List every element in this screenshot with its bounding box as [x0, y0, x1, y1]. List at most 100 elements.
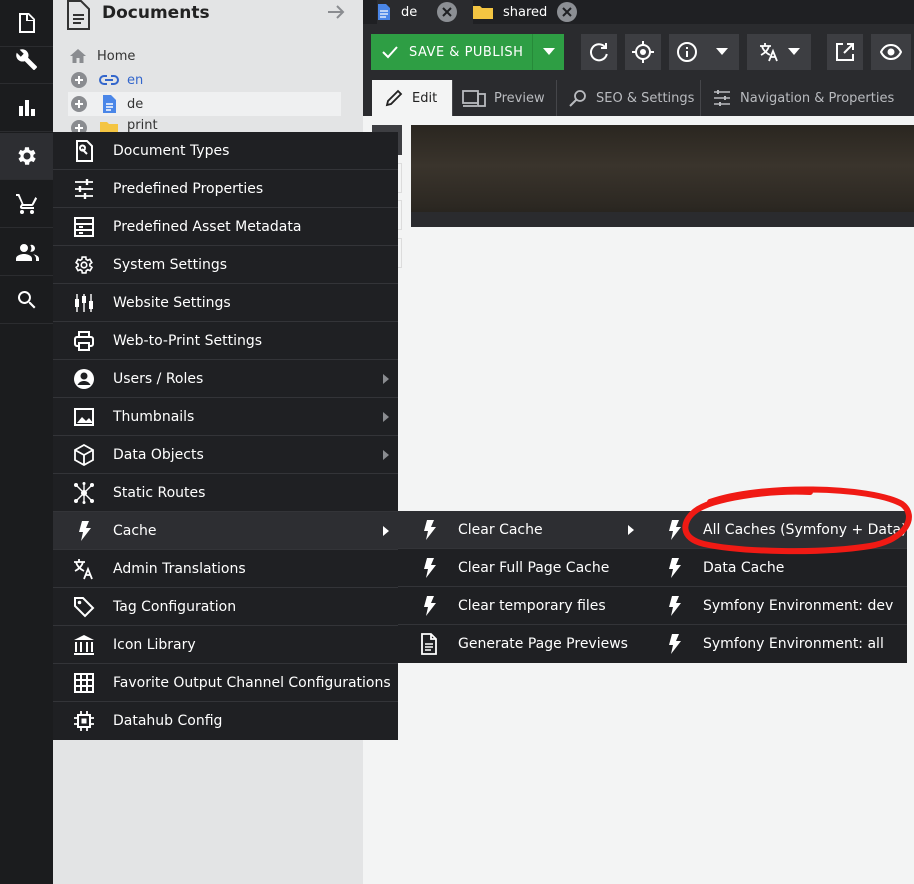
tab-shared[interactable]: shared [473, 0, 583, 24]
ecommerce-nav-button[interactable] [0, 181, 53, 228]
menu-item-clear-full-page-cache[interactable]: Clear Full Page Cache [398, 549, 643, 587]
settings-nav-button[interactable] [0, 133, 53, 180]
tab-divider [556, 80, 557, 116]
main-nav-rail [0, 0, 53, 884]
menu-item-predefined-properties[interactable]: Predefined Properties [53, 170, 398, 208]
chevron-right-icon [383, 374, 389, 384]
image-icon [73, 406, 95, 428]
menu-item-icon-library[interactable]: Icon Library [53, 626, 398, 664]
tree-item-de[interactable]: de [68, 92, 341, 116]
tree-item-label: Home [97, 48, 136, 64]
sliders-icon [73, 178, 95, 200]
menu-item-admin-translations[interactable]: Admin Translations [53, 550, 398, 588]
users-nav-button[interactable] [0, 229, 53, 276]
tab-de[interactable]: de [377, 0, 473, 24]
menu-item-label: Icon Library [113, 636, 196, 653]
document-icon [67, 0, 90, 30]
menu-item-label: Clear Full Page Cache [458, 559, 610, 576]
arrow-right-icon[interactable] [326, 2, 346, 22]
folder-icon [473, 6, 493, 19]
menu-item-symfony-environment-all[interactable]: Symfony Environment: all [643, 625, 907, 663]
document-subtabs: Edit Preview SEO & Settings Navigation &… [363, 80, 914, 116]
menu-item-label: Web-to-Print Settings [113, 332, 263, 349]
chevron-right-icon [383, 412, 389, 422]
menu-item-label: Static Routes [113, 484, 206, 501]
tab-label: Navigation & Properties [740, 90, 895, 106]
menu-item-users-roles[interactable]: Users / Roles [53, 360, 398, 398]
tree-item-label: en [127, 72, 144, 88]
menu-item-tag-configuration[interactable]: Tag Configuration [53, 588, 398, 626]
chip-icon [73, 710, 95, 732]
translation-button[interactable] [747, 34, 811, 70]
menu-item-label: Generate Page Previews [458, 636, 628, 652]
link-icon [99, 75, 119, 85]
menu-item-web-to-print-settings[interactable]: Web-to-Print Settings [53, 322, 398, 360]
expand-icon[interactable] [71, 120, 87, 132]
tab-divider [700, 80, 701, 116]
chevron-right-icon [628, 525, 634, 535]
tree-item-print[interactable]: print [68, 116, 341, 132]
menu-item-datahub-config[interactable]: Datahub Config [53, 702, 398, 740]
menu-item-thumbnails[interactable]: Thumbnails [53, 398, 398, 436]
menu-item-system-settings[interactable]: System Settings [53, 246, 398, 284]
flash-icon [418, 557, 440, 579]
save-options-button[interactable] [532, 34, 564, 70]
save-publish-button[interactable]: SAVE & PUBLISH [371, 34, 532, 70]
expand-icon[interactable] [71, 72, 87, 88]
header-image[interactable] [411, 125, 914, 227]
chevron-right-icon [383, 526, 389, 536]
chevron-right-icon [383, 450, 389, 460]
locate-in-tree-button[interactable] [625, 34, 661, 70]
check-icon [382, 46, 398, 59]
menu-item-cache[interactable]: Cache [53, 512, 398, 550]
menu-item-document-types[interactable]: Document Types [53, 132, 398, 170]
flash-icon [663, 633, 685, 655]
tree-item-label: print [127, 118, 158, 132]
menu-item-clear-temporary-files[interactable]: Clear temporary files [398, 587, 643, 625]
menu-item-predefined-asset-metadata[interactable]: Predefined Asset Metadata [53, 208, 398, 246]
tree-item-home[interactable]: Home [68, 44, 341, 68]
expand-icon[interactable] [71, 96, 87, 112]
reports-nav-button[interactable] [0, 85, 53, 132]
tools-nav-button[interactable] [0, 37, 53, 84]
tab-navigation-properties[interactable]: Navigation & Properties [712, 80, 902, 116]
library-icon [73, 634, 95, 656]
open-external-button[interactable] [827, 34, 863, 70]
menu-item-clear-cache[interactable]: Clear Cache [398, 511, 643, 549]
menu-item-website-settings[interactable]: Website Settings [53, 284, 398, 322]
menu-item-label: Thumbnails [113, 408, 195, 425]
close-icon[interactable] [557, 2, 578, 22]
reload-button[interactable] [581, 34, 617, 70]
editor-tabstrip: de shared [363, 0, 914, 24]
translate-icon [73, 558, 95, 580]
document-settings-icon [73, 139, 95, 162]
close-icon[interactable] [437, 2, 458, 22]
tree-item-en[interactable]: en [68, 68, 341, 92]
caret-down-icon [542, 48, 555, 55]
tab-divider [452, 80, 453, 116]
menu-item-generate-page-previews[interactable]: Generate Page Previews [398, 625, 643, 663]
menu-item-static-routes[interactable]: Static Routes [53, 474, 398, 512]
folder-icon [100, 122, 118, 132]
tab-seo-settings[interactable]: SEO & Settings [568, 80, 698, 116]
menu-item-favorite-output-channel-configurations[interactable]: Favorite Output Channel Configurations [53, 664, 398, 702]
search-nav-button[interactable] [0, 277, 53, 324]
gear-icon [17, 147, 36, 165]
search-icon [17, 290, 35, 309]
cache-submenu: Clear Cache Clear Full Page Cache Clear … [398, 511, 643, 663]
menu-item-label: Clear Cache [458, 521, 543, 538]
tab-preview[interactable]: Preview [462, 80, 557, 116]
info-options-button[interactable] [705, 34, 739, 70]
tab-edit[interactable]: Edit [372, 80, 452, 116]
tree-title: Documents [102, 3, 210, 23]
menu-item-symfony-environment-dev[interactable]: Symfony Environment: dev [643, 587, 907, 625]
menu-item-label: Clear temporary files [458, 597, 606, 614]
menu-item-label: Datahub Config [113, 713, 223, 729]
tree-header: Documents [53, 0, 363, 36]
menu-item-data-objects[interactable]: Data Objects [53, 436, 398, 474]
info-button[interactable] [669, 34, 705, 70]
preview-button[interactable] [871, 34, 911, 70]
target-icon [632, 41, 654, 63]
pencil-icon [385, 89, 403, 107]
editor-toolbar: SAVE & PUBLISH [363, 24, 914, 80]
